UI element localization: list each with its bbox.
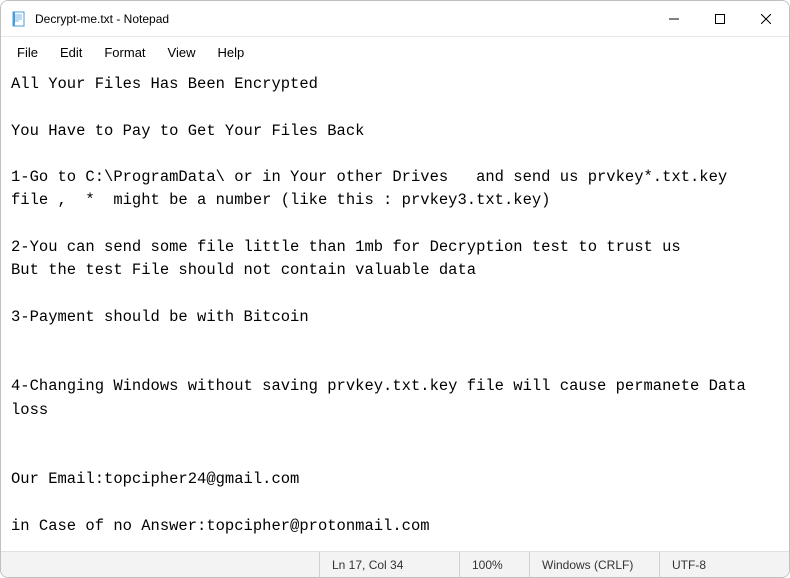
menubar: File Edit Format View Help	[1, 37, 789, 67]
notepad-icon	[11, 11, 27, 27]
text-area[interactable]: All Your Files Has Been Encrypted You Ha…	[1, 67, 789, 551]
menu-view[interactable]: View	[158, 41, 206, 64]
statusbar: Ln 17, Col 34 100% Windows (CRLF) UTF-8	[1, 551, 789, 577]
status-line-ending: Windows (CRLF)	[529, 552, 659, 577]
status-encoding: UTF-8	[659, 552, 789, 577]
window-controls	[651, 1, 789, 36]
menu-file[interactable]: File	[7, 41, 48, 64]
window-title: Decrypt-me.txt - Notepad	[35, 12, 169, 26]
menu-help[interactable]: Help	[207, 41, 254, 64]
minimize-button[interactable]	[651, 1, 697, 36]
maximize-button[interactable]	[697, 1, 743, 36]
menu-edit[interactable]: Edit	[50, 41, 92, 64]
menu-format[interactable]: Format	[94, 41, 155, 64]
notepad-window: Decrypt-me.txt - Notepad File Edit Forma…	[0, 0, 790, 578]
titlebar-left: Decrypt-me.txt - Notepad	[1, 11, 651, 27]
status-position: Ln 17, Col 34	[319, 552, 459, 577]
close-button[interactable]	[743, 1, 789, 36]
status-zoom: 100%	[459, 552, 529, 577]
titlebar[interactable]: Decrypt-me.txt - Notepad	[1, 1, 789, 37]
